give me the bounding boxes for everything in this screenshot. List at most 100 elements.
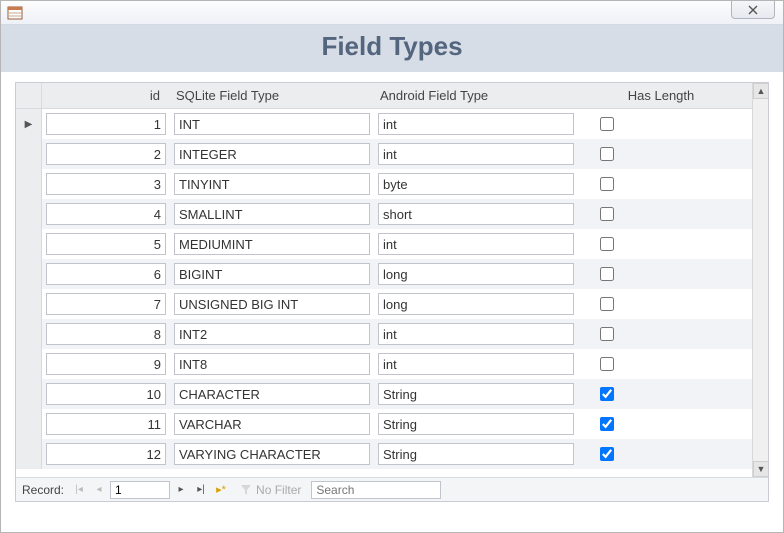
- scroll-down-button[interactable]: ▼: [753, 461, 768, 477]
- row-selector[interactable]: [16, 379, 42, 409]
- row-selector[interactable]: [16, 319, 42, 349]
- android-field-type-field[interactable]: [378, 143, 574, 165]
- has-length-checkbox[interactable]: [600, 387, 614, 401]
- id-field[interactable]: [46, 413, 166, 435]
- column-header-id[interactable]: id: [42, 88, 170, 103]
- android-field-type-field[interactable]: [378, 323, 574, 345]
- row-selector[interactable]: [16, 259, 42, 289]
- android-field-type-field[interactable]: [378, 443, 574, 465]
- id-field[interactable]: [46, 383, 166, 405]
- sqlite-field-type-field[interactable]: [174, 443, 370, 465]
- page-title: Field Types: [1, 31, 783, 62]
- has-length-checkbox[interactable]: [600, 267, 614, 281]
- android-field-type-field[interactable]: [378, 203, 574, 225]
- row-selector[interactable]: [16, 349, 42, 379]
- id-field[interactable]: [46, 353, 166, 375]
- column-header-has-length[interactable]: Has Length: [578, 88, 710, 103]
- nav-next-button[interactable]: ▸: [172, 481, 190, 499]
- row-selector[interactable]: [16, 139, 42, 169]
- sqlite-field-type-field[interactable]: [174, 413, 370, 435]
- table-row: ▶: [16, 109, 752, 139]
- id-field[interactable]: [46, 173, 166, 195]
- table-row: [16, 379, 752, 409]
- table-row: [16, 439, 752, 469]
- sqlite-field-type-field[interactable]: [174, 143, 370, 165]
- id-field[interactable]: [46, 263, 166, 285]
- vertical-scrollbar[interactable]: ▲ ▼: [752, 83, 768, 477]
- android-field-type-field[interactable]: [378, 173, 574, 195]
- android-field-type-field[interactable]: [378, 353, 574, 375]
- sqlite-field-type-field[interactable]: [174, 293, 370, 315]
- android-field-type-field[interactable]: [378, 383, 574, 405]
- table-row: [16, 169, 752, 199]
- table-row: [16, 409, 752, 439]
- access-form-icon: [7, 5, 23, 21]
- android-field-type-field[interactable]: [378, 413, 574, 435]
- has-length-checkbox[interactable]: [600, 417, 614, 431]
- id-field[interactable]: [46, 143, 166, 165]
- row-selector[interactable]: [16, 439, 42, 469]
- row-selector[interactable]: [16, 229, 42, 259]
- record-navigator: Record: |◂ ◂ ▸ ▸| ▸* No Filter: [16, 477, 768, 501]
- scroll-up-button[interactable]: ▲: [753, 83, 768, 99]
- filter-indicator[interactable]: No Filter: [240, 483, 301, 497]
- has-length-checkbox[interactable]: [600, 447, 614, 461]
- sqlite-field-type-field[interactable]: [174, 383, 370, 405]
- nav-new-record-button[interactable]: ▸*: [212, 481, 230, 499]
- row-selector[interactable]: [16, 169, 42, 199]
- row-selector[interactable]: [16, 409, 42, 439]
- column-header-sqlite[interactable]: SQLite Field Type: [170, 88, 374, 103]
- sqlite-field-type-field[interactable]: [174, 233, 370, 255]
- search-input[interactable]: [311, 481, 441, 499]
- form-header: Field Types: [1, 25, 783, 72]
- android-field-type-field[interactable]: [378, 263, 574, 285]
- titlebar: [1, 1, 783, 25]
- nav-first-button[interactable]: |◂: [70, 481, 88, 499]
- android-field-type-field[interactable]: [378, 113, 574, 135]
- nav-last-button[interactable]: ▸|: [192, 481, 210, 499]
- row-selector[interactable]: [16, 199, 42, 229]
- record-label: Record:: [22, 483, 64, 497]
- nav-prev-button[interactable]: ◂: [90, 481, 108, 499]
- sqlite-field-type-field[interactable]: [174, 203, 370, 225]
- android-field-type-field[interactable]: [378, 293, 574, 315]
- has-length-checkbox[interactable]: [600, 117, 614, 131]
- sqlite-field-type-field[interactable]: [174, 323, 370, 345]
- id-field[interactable]: [46, 293, 166, 315]
- filter-label: No Filter: [256, 483, 301, 497]
- table-row: [16, 139, 752, 169]
- sqlite-field-type-field[interactable]: [174, 113, 370, 135]
- has-length-checkbox[interactable]: [600, 297, 614, 311]
- sqlite-field-type-field[interactable]: [174, 353, 370, 375]
- has-length-checkbox[interactable]: [600, 357, 614, 371]
- funnel-icon: [240, 484, 252, 496]
- table-row: [16, 289, 752, 319]
- select-all-corner[interactable]: [16, 83, 42, 108]
- nav-current-record-input[interactable]: [110, 481, 170, 499]
- id-field[interactable]: [46, 323, 166, 345]
- row-selector[interactable]: [16, 289, 42, 319]
- id-field[interactable]: [46, 203, 166, 225]
- column-header-android[interactable]: Android Field Type: [374, 88, 578, 103]
- id-field[interactable]: [46, 113, 166, 135]
- form-window: Field Types id SQLite Field Type Android…: [0, 0, 784, 533]
- table-row: [16, 349, 752, 379]
- table-row: [16, 229, 752, 259]
- has-length-checkbox[interactable]: [600, 237, 614, 251]
- grid-scroll-area: id SQLite Field Type Android Field Type …: [16, 83, 768, 477]
- android-field-type-field[interactable]: [378, 233, 574, 255]
- has-length-checkbox[interactable]: [600, 327, 614, 341]
- table-row: [16, 199, 752, 229]
- sqlite-field-type-field[interactable]: [174, 173, 370, 195]
- close-button[interactable]: [731, 1, 775, 19]
- form-body: id SQLite Field Type Android Field Type …: [1, 72, 783, 532]
- row-selector[interactable]: ▶: [16, 109, 42, 139]
- id-field[interactable]: [46, 443, 166, 465]
- id-field[interactable]: [46, 233, 166, 255]
- datasheet-grid: id SQLite Field Type Android Field Type …: [15, 82, 769, 502]
- has-length-checkbox[interactable]: [600, 147, 614, 161]
- sqlite-field-type-field[interactable]: [174, 263, 370, 285]
- table-row: [16, 319, 752, 349]
- has-length-checkbox[interactable]: [600, 177, 614, 191]
- has-length-checkbox[interactable]: [600, 207, 614, 221]
